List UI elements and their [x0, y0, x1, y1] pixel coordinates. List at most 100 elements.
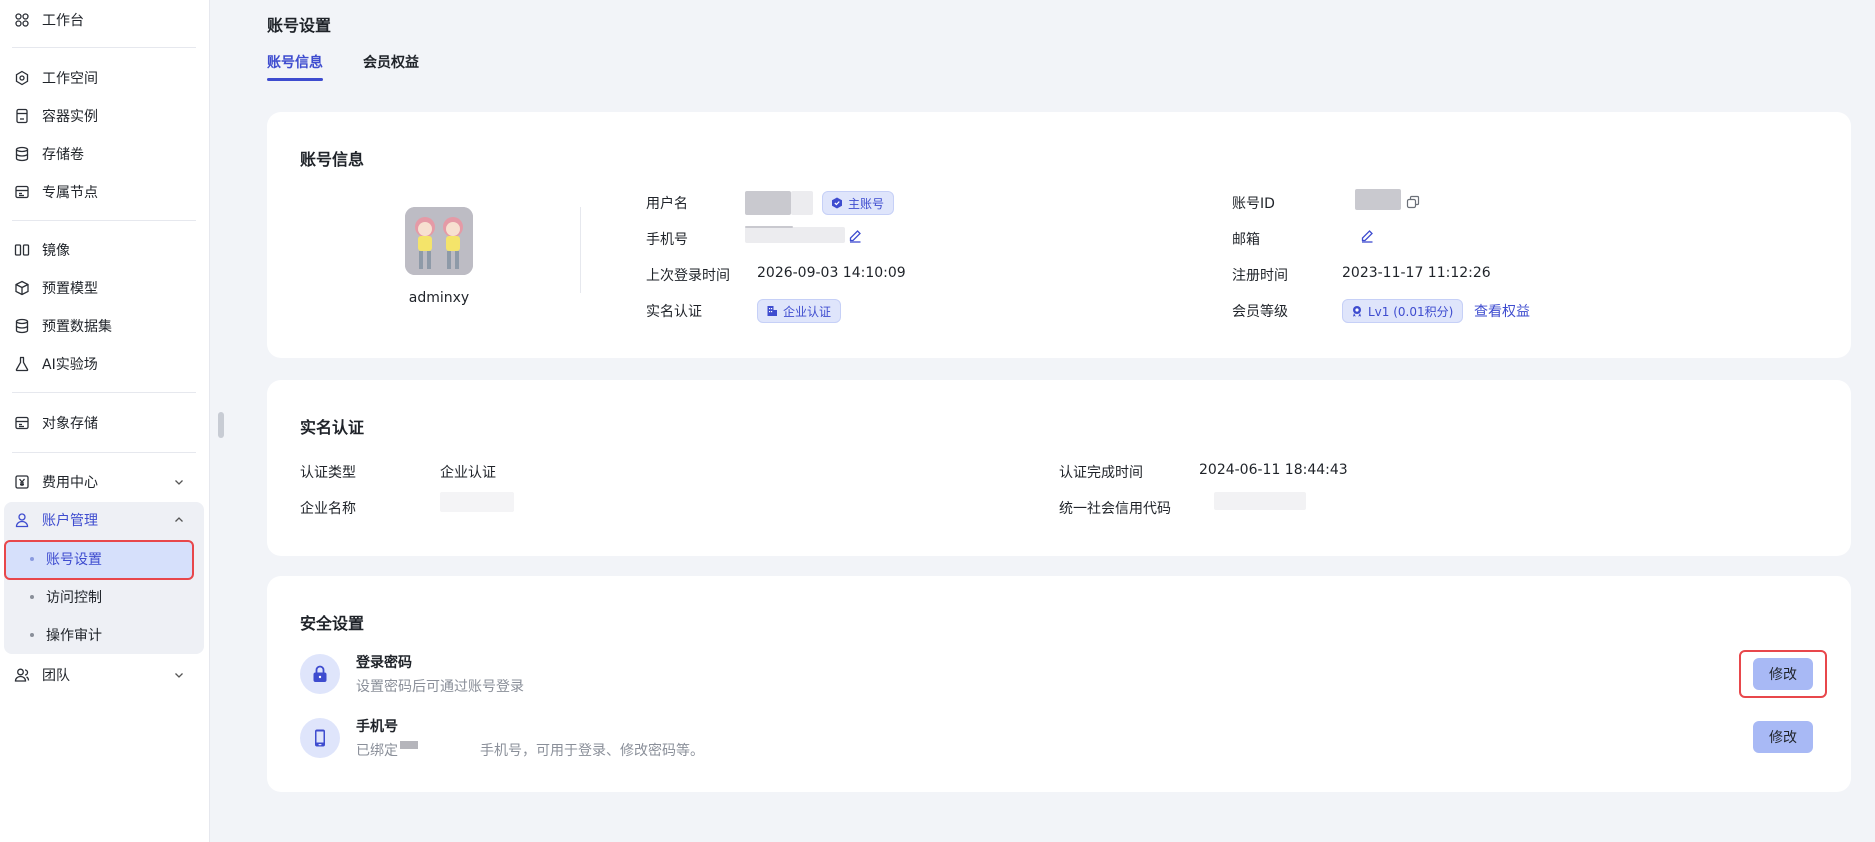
sidebar-sub-audit[interactable]: 操作审计 — [30, 617, 102, 653]
chevron-down-icon — [172, 668, 186, 682]
card-title: 安全设置 — [300, 614, 365, 633]
billing-icon — [14, 474, 30, 490]
sidebar-divider — [12, 47, 196, 48]
sidebar-item-label: 存储卷 — [42, 147, 84, 163]
redacted-phone — [745, 227, 845, 243]
sidebar-item-workbench[interactable]: 工作台 — [12, 2, 196, 38]
tag-label: 企业认证 — [783, 304, 832, 319]
edit-phone-button[interactable]: 修改 — [1753, 721, 1813, 753]
redacted-username — [745, 191, 791, 215]
storage-icon — [14, 146, 30, 162]
sidebar-item-label: 工作空间 — [42, 71, 98, 87]
sidebar-item-label: 专属节点 — [42, 185, 98, 201]
workbench-icon — [14, 12, 30, 28]
sidebar-item-label: 镜像 — [42, 243, 70, 259]
dataset-icon — [14, 318, 30, 334]
bullet-dot — [30, 595, 34, 599]
vertical-divider — [580, 207, 581, 293]
label-verification-type: 认证类型 — [300, 465, 356, 481]
done-time-value: 2024-06-11 18:44:43 — [1199, 462, 1348, 478]
label-company-name: 企业名称 — [300, 501, 356, 517]
edit-password-button[interactable]: 修改 — [1753, 658, 1813, 690]
redacted-account-id — [1355, 189, 1401, 210]
label-credit-code: 统一社会信用代码 — [1059, 501, 1171, 517]
sidebar-item-label: 预置模型 — [42, 281, 98, 297]
sidebar-divider — [12, 452, 196, 453]
copy-icon[interactable] — [1406, 195, 1420, 209]
sidebar-item-billing[interactable]: 费用中心 — [12, 464, 196, 500]
sidebar-item-label: 工作台 — [42, 13, 84, 29]
verification-tag: 企业认证 — [757, 299, 842, 323]
security-card: 安全设置 登录密码 设置密码后可通过账号登录 修改 手机号 已绑定 手机号，可用于… — [267, 576, 1851, 792]
chevron-down-icon — [172, 475, 186, 489]
view-benefits-link[interactable]: 查看权益 — [1474, 301, 1530, 321]
redacted-company-name — [440, 492, 514, 512]
sidebar-item-team[interactable]: 团队 — [12, 657, 196, 693]
sidebar-item-label: 费用中心 — [42, 475, 98, 491]
sidebar-resize-handle[interactable] — [218, 412, 224, 438]
edit-email-icon[interactable] — [1360, 229, 1374, 243]
sidebar-item-dataset[interactable]: 预置数据集 — [12, 308, 196, 344]
sidebar-item-label: 团队 — [42, 668, 70, 684]
label-member-level: 会员等级 — [1232, 304, 1288, 320]
lab-icon — [14, 356, 30, 372]
label-register-time: 注册时间 — [1232, 268, 1288, 284]
redacted-phone-line — [745, 226, 793, 228]
tab-account-info[interactable]: 账号信息 — [267, 52, 323, 72]
edit-phone-icon[interactable] — [848, 229, 862, 243]
chevron-up-icon — [172, 513, 186, 527]
verification-card: 实名认证 认证类型 企业认证 企业名称 认证完成时间 2024-06-11 18… — [267, 380, 1851, 556]
page-title: 账号设置 — [267, 16, 332, 35]
sidebar-divider — [12, 220, 196, 221]
label-phone: 手机号 — [646, 232, 688, 248]
avatar — [405, 207, 473, 275]
sidebar-sub-label: 操作审计 — [46, 628, 102, 644]
sidebar-item-object-storage[interactable]: 对象存储 — [12, 405, 196, 441]
phone-desc-suffix: 手机号，可用于登录、修改密码等。 — [480, 743, 704, 759]
sidebar-sub-label: 账号设置 — [46, 552, 102, 568]
label-username: 用户名 — [646, 196, 688, 212]
last-login-value: 2026-09-03 14:10:09 — [757, 265, 906, 281]
sidebar-item-model[interactable]: 预置模型 — [12, 270, 196, 306]
tab-member-benefits[interactable]: 会员权益 — [363, 52, 419, 72]
password-desc: 设置密码后可通过账号登录 — [356, 679, 524, 695]
member-level-tag: Lv1 (0.01积分) — [1342, 299, 1464, 323]
register-time-value: 2023-11-17 11:12:26 — [1342, 265, 1491, 281]
redacted-phone-number — [400, 741, 418, 749]
label-done-time: 认证完成时间 — [1059, 465, 1143, 481]
username-display: adminxy — [408, 290, 470, 306]
sidebar-item-label: 对象存储 — [42, 416, 98, 432]
sidebar-item-storage[interactable]: 存储卷 — [12, 136, 196, 172]
object-storage-icon — [14, 415, 30, 431]
tab-underline — [267, 78, 323, 81]
sidebar-item-node[interactable]: 专属节点 — [12, 174, 196, 210]
sidebar-sub-label: 访问控制 — [46, 590, 102, 606]
sidebar-sub-access-control[interactable]: 访问控制 — [30, 579, 102, 615]
workspace-icon — [14, 70, 30, 86]
medal-icon — [1353, 306, 1361, 317]
node-icon — [14, 184, 30, 200]
sidebar-item-workspace[interactable]: 工作空间 — [12, 60, 196, 96]
account-info-card: 账号信息 adminxy 用户名 主账号 手机号 上次登录时间 2026-09-… — [267, 112, 1851, 358]
card-title: 账号信息 — [300, 150, 365, 169]
sidebar-item-label: 容器实例 — [42, 109, 98, 125]
sidebar-item-label: AI实验场 — [42, 357, 98, 373]
container-icon — [14, 108, 30, 124]
sidebar-divider — [12, 392, 196, 393]
card-title: 实名认证 — [300, 418, 365, 437]
label-account-id: 账号ID — [1232, 196, 1275, 212]
password-title: 登录密码 — [356, 655, 412, 671]
tag-label: Lv1 (0.01积分) — [1368, 304, 1454, 319]
sidebar-sub-account-settings[interactable]: 账号设置 — [30, 541, 102, 577]
hexagon-check-icon — [832, 197, 842, 209]
sidebar-item-container[interactable]: 容器实例 — [12, 98, 196, 134]
label-email: 邮箱 — [1232, 232, 1260, 248]
redacted-username-tail — [791, 191, 813, 215]
sidebar-item-label: 账户管理 — [42, 513, 98, 529]
main-account-tag: 主账号 — [822, 191, 895, 215]
model-icon — [14, 280, 30, 296]
sidebar-item-image[interactable]: 镜像 — [12, 232, 196, 268]
sidebar: 工作台 工作空间 容器实例 存储卷 专属节点 镜像 预置模型 预置数据集 AI实… — [0, 0, 210, 842]
sidebar-item-account[interactable]: 账户管理 — [12, 502, 196, 538]
sidebar-item-lab[interactable]: AI实验场 — [12, 346, 196, 382]
